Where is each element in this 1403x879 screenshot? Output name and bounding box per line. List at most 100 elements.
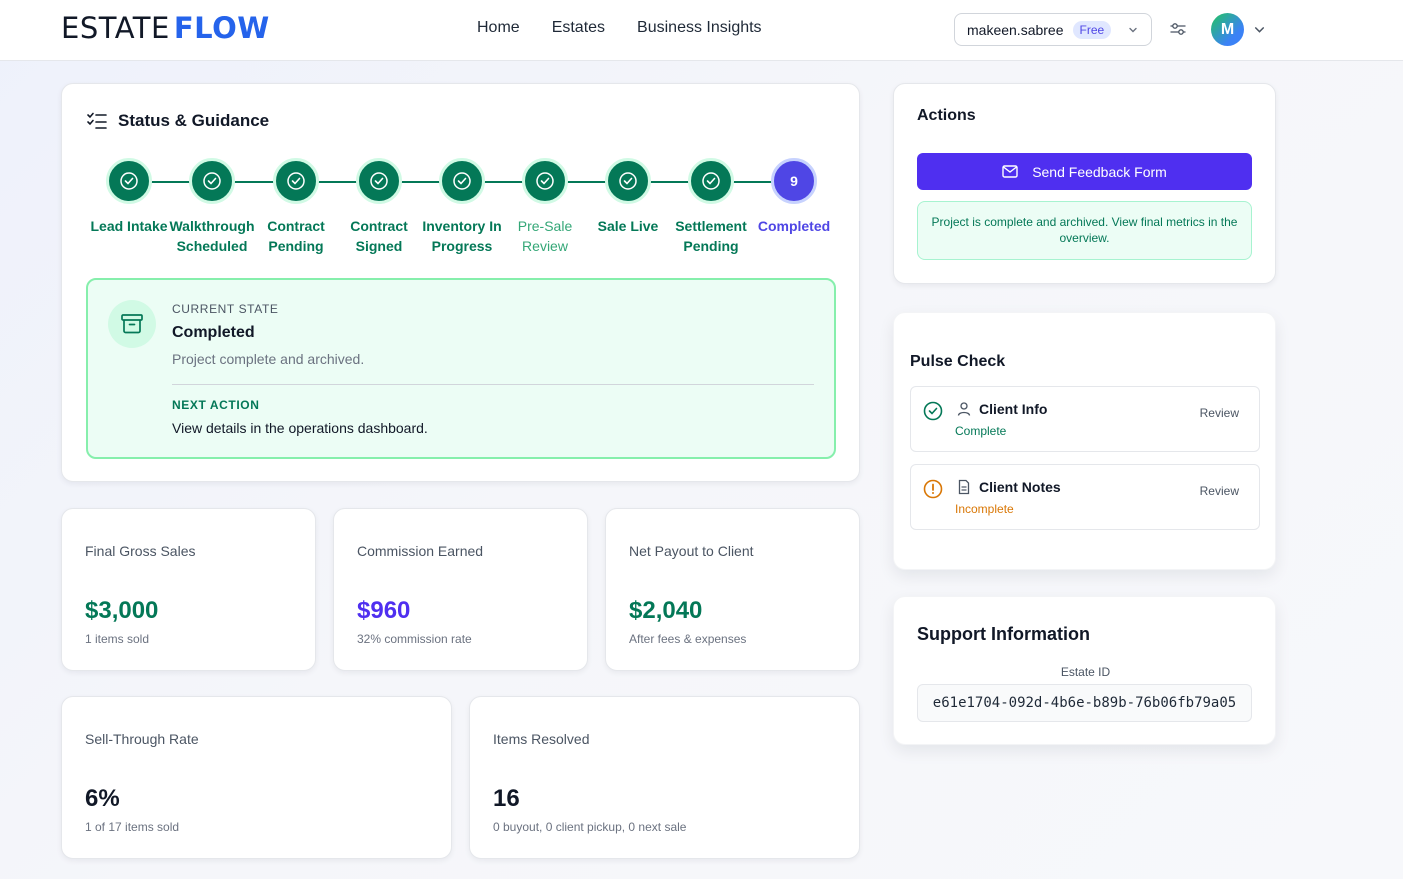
nav-home[interactable]: Home [477,19,520,37]
check-icon [522,158,568,204]
pulse-item-client-notes[interactable]: Client Notes Incomplete Review [910,464,1260,530]
top-navbar: ESTATE FLOW Home Estates Business Insight… [0,0,1403,61]
metric-subtext: 32% commission rate [357,632,472,646]
step-label: Inventory In Progress [422,218,502,254]
step-walkthrough-scheduled[interactable]: Walkthrough Scheduled [169,158,255,256]
check-circle-icon [923,401,943,421]
metric-label: Final Gross Sales [85,543,196,559]
metric-commission-earned: Commission Earned $960 32% commission ra… [333,508,588,671]
step-label: Lead Intake [90,218,168,234]
user-icon [957,402,971,416]
step-label: Settlement Pending [675,218,747,254]
current-state-description: Project complete and archived. [172,351,365,367]
checklist-icon [87,112,107,129]
current-state-title: Completed [172,324,255,341]
nav-estates[interactable]: Estates [552,19,605,37]
pulse-item-status: Complete [955,424,1007,438]
pulse-check-title: Pulse Check [910,353,1006,370]
check-icon [106,158,152,204]
support-information-card: Support Information Estate ID e61e1704-0… [893,596,1276,745]
check-icon [688,158,734,204]
next-action-text: View details in the operations dashboard… [172,420,428,436]
plan-badge: Free [1072,20,1112,39]
actions-title: Actions [917,107,976,124]
account-switcher[interactable]: makeen.sabree Free [954,13,1152,46]
check-icon [189,158,235,204]
step-label: Contract Pending [267,218,325,254]
metric-final-gross-sales: Final Gross Sales $3,000 1 items sold [61,508,316,671]
check-icon [356,158,402,204]
logo-text-estate: ESTATE [61,11,170,45]
check-icon [605,158,651,204]
metric-items-resolved: Items Resolved 16 0 buyout, 0 client pic… [469,696,860,859]
send-feedback-form-label: Send Feedback Form [1032,163,1167,180]
metric-label: Net Payout to Client [629,543,754,559]
actions-card: Actions Send Feedback Form Project is co… [893,83,1276,284]
step-lead-intake[interactable]: Lead Intake [86,158,172,236]
metric-label: Items Resolved [493,731,590,747]
support-information-title: Support Information [917,624,1090,644]
project-complete-notice: Project is complete and archived. View f… [917,201,1252,260]
status-guidance-card: Status & Guidance Lead Intake Walkthroug… [61,83,860,482]
mail-icon [1002,165,1018,178]
alert-circle-icon [923,479,943,499]
current-state-panel: CURRENT STATE Completed Project complete… [86,278,836,459]
step-completed[interactable]: 9 Completed [751,158,837,236]
metric-label: Commission Earned [357,543,484,559]
progress-stepper: Lead Intake Walkthrough Scheduled Contra… [86,158,846,261]
nav-business-insights[interactable]: Business Insights [637,19,762,37]
review-link[interactable]: Review [1200,484,1239,498]
pulse-item-status: Incomplete [955,502,1014,516]
account-username: makeen.sabree [967,21,1064,38]
chevron-down-icon[interactable] [1253,23,1266,36]
metric-value: 16 [493,785,520,812]
metric-net-payout: Net Payout to Client $2,040 After fees &… [605,508,860,671]
main-nav: Home Estates Business Insights [477,19,794,37]
next-action-eyebrow: NEXT ACTION [172,398,260,412]
metric-subtext: 1 of 17 items sold [85,820,180,834]
check-icon [439,158,485,204]
metric-label: Sell-Through Rate [85,731,199,747]
document-icon [958,479,970,495]
pulse-check-card: Pulse Check Client Info Complete Review … [893,312,1276,570]
review-link[interactable]: Review [1200,406,1239,420]
sliders-icon[interactable] [1168,19,1188,39]
step-label: Completed [757,218,831,234]
step-number-badge: 9 [771,158,817,204]
metric-subtext: After fees & expenses [629,632,747,646]
metric-value: $960 [357,597,411,624]
send-feedback-form-button[interactable]: Send Feedback Form [917,153,1252,190]
user-avatar[interactable]: M [1211,13,1244,46]
metric-value: $3,000 [85,597,159,624]
step-contract-signed[interactable]: Contract Signed [336,158,422,256]
avatar-initial: M [1220,20,1235,38]
archive-icon [108,300,156,348]
step-label: Contract Signed [350,218,408,254]
logo-text-flow: FLOW [173,11,270,45]
pulse-item-client-info[interactable]: Client Info Complete Review [910,386,1260,452]
step-label: Sale Live [597,218,659,234]
check-icon [273,158,319,204]
metric-sell-through-rate: Sell-Through Rate 6% 1 of 17 items sold [61,696,452,859]
chevron-down-icon [1129,27,1137,32]
divider [172,384,814,385]
metric-subtext: 0 buyout, 0 client pickup, 0 next sale [493,820,687,834]
metric-value: 6% [85,785,120,812]
metric-subtext: 1 items sold [85,632,150,646]
step-contract-pending[interactable]: Contract Pending [253,158,339,256]
step-sale-live[interactable]: Sale Live [585,158,671,236]
step-label: Pre-Sale Review [517,218,573,254]
estate-id-label: Estate ID [1060,665,1111,679]
current-state-eyebrow: CURRENT STATE [172,302,279,316]
step-label: Walkthrough Scheduled [169,218,255,254]
step-inventory-in-progress[interactable]: Inventory In Progress [419,158,505,256]
status-guidance-title: Status & Guidance [118,111,270,130]
metric-value: $2,040 [629,597,703,624]
pulse-item-title: Client Info [979,401,1048,417]
status-guidance-heading: Status & Guidance [86,111,269,131]
step-settlement-pending[interactable]: Settlement Pending [668,158,754,256]
estate-id-value[interactable]: e61e1704-092d-4b6e-b89b-76b06fb79a05 [917,684,1252,722]
step-pre-sale-review[interactable]: Pre-Sale Review [502,158,588,256]
app-logo[interactable]: ESTATE FLOW [61,11,270,45]
pulse-item-title: Client Notes [979,479,1061,495]
